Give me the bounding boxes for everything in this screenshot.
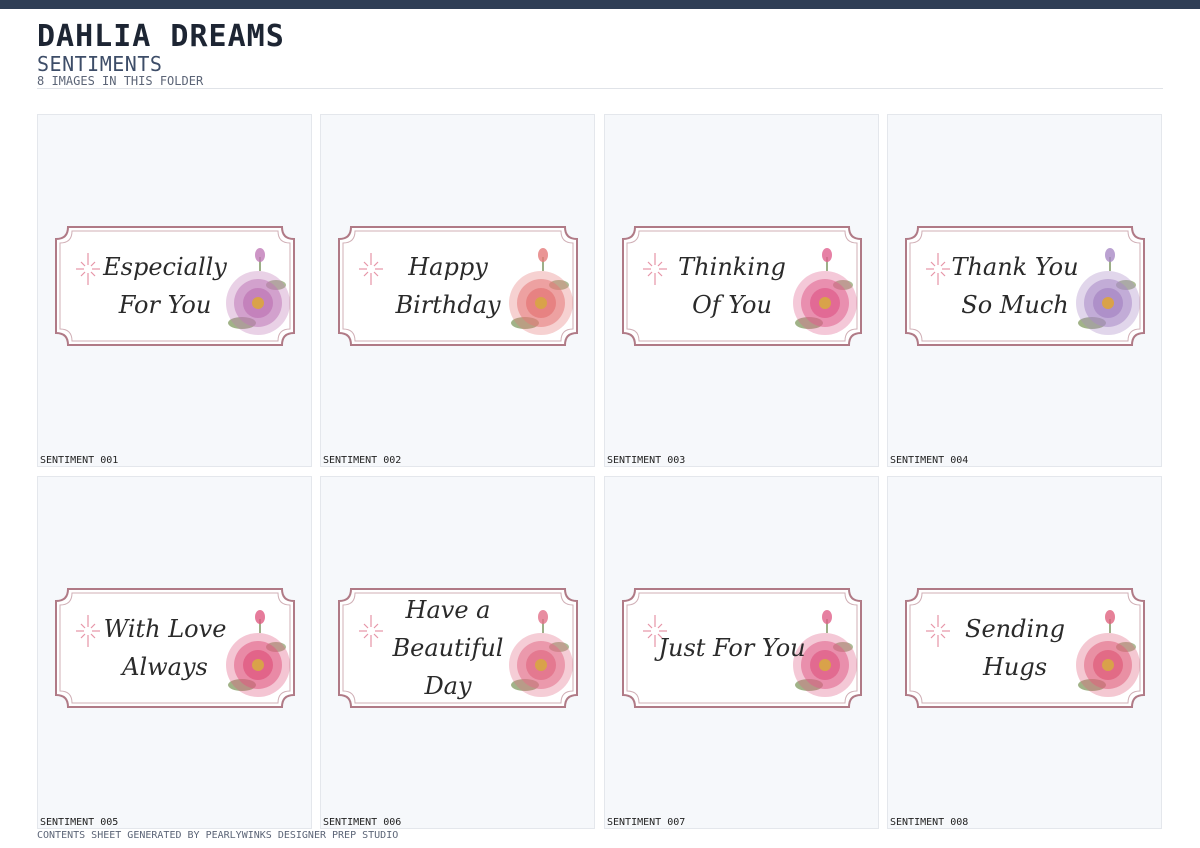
header: DAHLIA DREAMS SENTIMENTS 8 IMAGES IN THI…	[37, 19, 1163, 89]
sentiment-text: Thank You So Much	[951, 253, 1079, 319]
thumbnail-tile[interactable]: Have a Beautiful Day SENTIMENT 006	[320, 476, 595, 829]
sentiment-text: Just For You	[658, 634, 806, 662]
sentiment-text: Have a Beautiful Day	[392, 596, 504, 700]
tile-filename: SENTIMENT 007	[607, 817, 686, 828]
sentiment-text: Sending Hugs	[965, 615, 1065, 681]
sentiment-card-image: With Love Always	[54, 587, 296, 709]
tile-filename: SENTIMENT 008	[890, 817, 969, 828]
thumbnail-tile[interactable]: Sending Hugs SENTIMENT 008	[887, 476, 1162, 829]
folder-subtitle: SENTIMENTS	[37, 52, 163, 76]
thumbnail-tile[interactable]: Just For You SENTIMENT 007	[604, 476, 879, 829]
thumbnail-tile[interactable]: Happy Birthday SENTIMENT 002	[320, 114, 595, 467]
sentiment-card-image: Sending Hugs	[904, 587, 1146, 709]
sentiment-card-image: Happy Birthday	[337, 225, 579, 347]
tile-filename: SENTIMENT 001	[40, 455, 119, 466]
thumbnail-tile[interactable]: Especially For You SENTIMENT 001	[37, 114, 312, 467]
footer-credit: CONTENTS SHEET GENERATED BY PEARLYWINKS …	[37, 830, 399, 841]
sentiment-text: Especially For You	[103, 253, 227, 319]
thumbnail-tile[interactable]: Thank You So Much SENTIMENT 004	[887, 114, 1162, 467]
folder-title: DAHLIA DREAMS	[37, 19, 285, 54]
tile-filename: SENTIMENT 003	[607, 455, 686, 466]
thumbnail-tile[interactable]: Thinking Of You SENTIMENT 003	[604, 114, 879, 467]
top-bar	[0, 0, 1200, 9]
tile-filename: SENTIMENT 004	[890, 455, 969, 466]
sentiment-text: With Love Always	[103, 615, 227, 681]
image-count: 8 IMAGES IN THIS FOLDER	[37, 74, 204, 88]
tile-filename: SENTIMENT 002	[323, 455, 402, 466]
thumbnail-tile[interactable]: With Love Always SENTIMENT 005	[37, 476, 312, 829]
sentiment-text: Happy Birthday	[395, 253, 501, 319]
tile-filename: SENTIMENT 006	[323, 817, 402, 828]
header-divider	[37, 88, 1163, 89]
sentiment-card-image: Just For You	[621, 587, 863, 709]
tile-filename: SENTIMENT 005	[40, 817, 119, 828]
sentiment-text: Thinking Of You	[678, 253, 786, 319]
sentiment-card-image: Especially For You	[54, 225, 296, 347]
sentiment-card-image: Thinking Of You	[621, 225, 863, 347]
sentiment-card-image: Have a Beautiful Day	[337, 587, 579, 709]
sentiment-card-image: Thank You So Much	[904, 225, 1146, 347]
